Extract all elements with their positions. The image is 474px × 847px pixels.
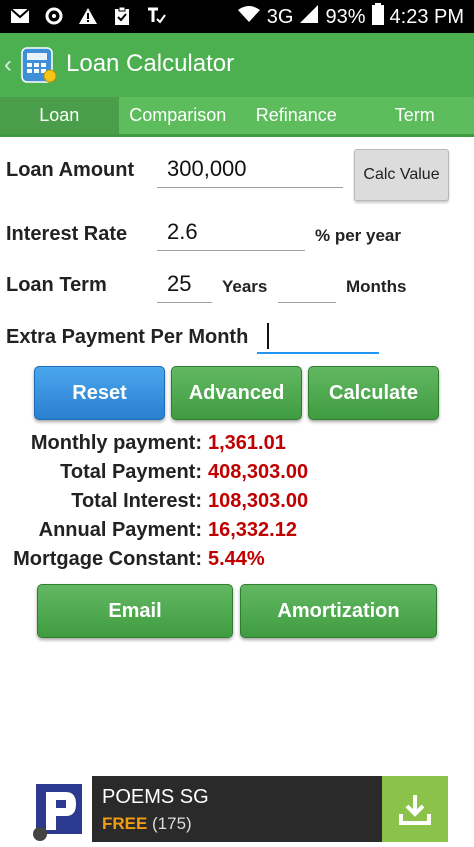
result-label: Monthly payment:	[0, 432, 208, 462]
tab-comparison[interactable]: Comparison	[119, 97, 238, 134]
wifi-icon	[237, 5, 261, 29]
calculate-button[interactable]: Calculate	[308, 366, 439, 420]
calculator-app-icon[interactable]	[20, 46, 58, 84]
tab-bar: Loan Comparison Refinance Term	[0, 97, 474, 137]
clipboard-icon	[112, 6, 132, 26]
ad-review-count: (175)	[152, 814, 192, 834]
back-chevron-icon[interactable]: ‹	[4, 51, 12, 79]
gmail-icon	[10, 6, 30, 26]
clock: 4:23 PM	[390, 6, 464, 29]
loan-term-label: Loan Term	[6, 274, 107, 297]
years-unit-label: Years	[222, 277, 267, 297]
result-value: 108,303.00	[208, 490, 308, 520]
app-bar: ‹ Loan Calculator	[0, 33, 474, 97]
result-value: 1,361.01	[208, 432, 286, 462]
advanced-button[interactable]: Advanced	[171, 366, 302, 420]
result-value: 16,332.12	[208, 519, 297, 549]
loan-term-years-input[interactable]: 25	[157, 269, 212, 303]
calc-value-button[interactable]: Calc Value	[354, 149, 449, 201]
ad-price: FREE	[102, 814, 147, 834]
battery-level: 93%	[325, 6, 365, 29]
interest-rate-input[interactable]: 2.6	[157, 217, 305, 251]
loan-amount-input[interactable]: 300,000	[157, 154, 343, 188]
download-icon[interactable]	[382, 776, 448, 842]
loan-term-months-input[interactable]	[278, 269, 336, 303]
ad-title: POEMS SG	[102, 786, 209, 809]
result-label: Mortgage Constant:	[0, 548, 208, 578]
poems-logo-icon	[26, 776, 92, 842]
battery-icon	[372, 3, 384, 31]
extra-payment-input[interactable]	[257, 320, 379, 354]
tab-refinance[interactable]: Refinance	[237, 97, 356, 134]
tab-term[interactable]: Term	[356, 97, 474, 134]
result-value: 408,303.00	[208, 461, 308, 491]
tab-loan[interactable]: Loan	[0, 97, 119, 134]
loan-amount-label: Loan Amount	[6, 159, 134, 182]
result-row-total-interest: Total Interest: 108,303.00	[0, 490, 308, 520]
text-cursor	[267, 323, 269, 349]
extra-payment-label: Extra Payment Per Month	[6, 326, 248, 349]
sync-icon	[44, 6, 64, 26]
result-row-total-payment: Total Payment: 408,303.00	[0, 461, 308, 491]
reset-button[interactable]: Reset	[34, 366, 165, 420]
result-row-mortgage-constant: Mortgage Constant: 5.44%	[0, 548, 265, 578]
ad-banner[interactable]: POEMS SG FREE (175)	[26, 776, 448, 842]
warning-icon	[78, 6, 98, 26]
status-bar: 3G 93% 4:23 PM	[0, 0, 474, 33]
result-label: Total Interest:	[0, 490, 208, 520]
result-row-annual-payment: Annual Payment: 16,332.12	[0, 519, 297, 549]
amortization-button[interactable]: Amortization	[240, 584, 437, 638]
network-type: 3G	[267, 6, 294, 29]
result-label: Annual Payment:	[0, 519, 208, 549]
months-unit-label: Months	[346, 277, 406, 297]
interest-rate-label: Interest Rate	[6, 223, 127, 246]
email-button[interactable]: Email	[37, 584, 233, 638]
app-title: Loan Calculator	[66, 50, 234, 78]
result-row-monthly-payment: Monthly payment: 1,361.01	[0, 432, 286, 462]
result-value: 5.44%	[208, 548, 265, 578]
tasks-icon	[146, 6, 166, 26]
interest-unit-label: % per year	[315, 226, 401, 246]
result-label: Total Payment:	[0, 461, 208, 491]
signal-icon	[299, 4, 319, 30]
